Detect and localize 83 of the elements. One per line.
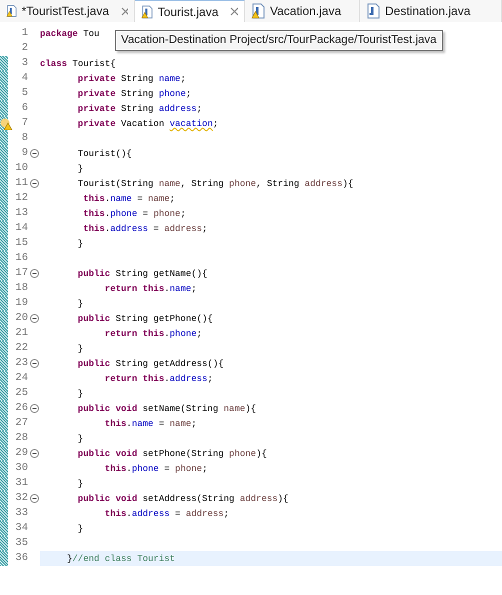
code-line: return this.phone; xyxy=(104,329,202,339)
line-number: 23 xyxy=(14,356,28,371)
code-line: this.phone = phone; xyxy=(104,464,208,474)
code-line: return this.name; xyxy=(104,284,197,294)
collapse-icon[interactable] xyxy=(30,269,38,278)
code-line: this.phone = phone; xyxy=(82,209,186,219)
collapse-icon[interactable] xyxy=(30,179,38,188)
line-number: 14 xyxy=(14,221,28,236)
collapse-icon[interactable] xyxy=(30,359,38,368)
line-number: 18 xyxy=(14,281,28,296)
line-number: 27 xyxy=(14,416,28,431)
code-line: public String getAddress(){ xyxy=(76,359,224,369)
line-number: 6 xyxy=(20,101,28,116)
code-line: } xyxy=(76,299,84,309)
line-number: 30 xyxy=(14,461,28,476)
line-number: 26 xyxy=(14,401,28,416)
close-icon[interactable] xyxy=(230,7,238,16)
editor-tab[interactable]: Destination.java xyxy=(360,0,502,22)
code-line: } xyxy=(76,344,84,354)
line-number: 22 xyxy=(14,341,28,356)
line-number: 19 xyxy=(14,296,28,311)
code-line: private Vacation vacation; xyxy=(76,119,218,129)
line-number: 11 xyxy=(14,176,28,191)
editor-tab[interactable]: *TouristTest.java xyxy=(0,0,135,22)
line-number: 24 xyxy=(14,371,28,386)
line-number: 12 xyxy=(14,191,28,206)
code-line: this.address = address; xyxy=(104,509,230,519)
collapse-icon[interactable] xyxy=(30,494,38,503)
code-line: Tourist(){ xyxy=(76,149,132,159)
line-number: 20 xyxy=(14,311,28,326)
line-number: 2 xyxy=(20,41,28,56)
tooltip: Vacation-Destination Project/src/TourPackage/TouristTest.java xyxy=(115,30,443,52)
line-number: 32 xyxy=(14,491,28,506)
code-line: } xyxy=(76,524,84,534)
editor-tab[interactable]: Vacation.java xyxy=(245,0,360,22)
collapse-icon[interactable] xyxy=(30,149,38,158)
code-line: } xyxy=(76,389,84,399)
line-number: 4 xyxy=(20,71,28,86)
code-line: this.address = address; xyxy=(82,224,208,234)
line-number: 28 xyxy=(14,431,28,446)
code-line: public void setName(String name){ xyxy=(76,404,256,414)
collapse-icon[interactable] xyxy=(30,404,38,413)
close-icon[interactable] xyxy=(121,6,128,16)
line-number: 1 xyxy=(20,26,28,41)
code-line: private String address; xyxy=(76,104,202,114)
code-line: }//end class Tourist xyxy=(66,554,176,564)
code-line: Tourist(String name, String phone, String address){ xyxy=(76,179,354,189)
line-number: 21 xyxy=(14,326,28,341)
line-number: 25 xyxy=(14,386,28,401)
code-line: } xyxy=(76,164,84,174)
code-line: public String getPhone(){ xyxy=(76,314,213,324)
line-number: 29 xyxy=(14,446,28,461)
line-number: 36 xyxy=(14,551,28,566)
code-line: class Tourist{ xyxy=(40,59,116,69)
code-line: private String name; xyxy=(76,74,186,84)
code-line: private String phone; xyxy=(76,89,192,99)
code-line: public String getName(){ xyxy=(76,269,208,279)
line-number: 31 xyxy=(14,476,28,491)
code-line: } xyxy=(76,239,84,249)
line-number: 5 xyxy=(20,86,28,101)
code-line: this.name = name; xyxy=(82,194,176,204)
code-line: return this.address; xyxy=(104,374,213,384)
line-number: 10 xyxy=(14,161,28,176)
code-line: } xyxy=(76,479,84,489)
line-number: 3 xyxy=(20,56,28,71)
line-number: 13 xyxy=(14,206,28,221)
line-number: 7 xyxy=(20,116,28,131)
editor-tab[interactable]: Tourist.java xyxy=(135,0,245,22)
code-line: this.name = name; xyxy=(104,419,197,429)
line-number: 16 xyxy=(14,251,28,266)
code-line: public void setPhone(String phone){ xyxy=(76,449,267,459)
line-number: 9 xyxy=(20,146,28,161)
line-number: 15 xyxy=(14,236,28,251)
collapse-icon[interactable] xyxy=(30,449,38,458)
line-number: 17 xyxy=(14,266,28,281)
code-line: } xyxy=(76,434,84,444)
code-line: public void setAddress(String address){ xyxy=(76,494,288,504)
collapse-icon[interactable] xyxy=(30,314,38,323)
line-number: 33 xyxy=(14,506,28,521)
line-number: 34 xyxy=(14,521,28,536)
line-number: 35 xyxy=(14,536,28,551)
code-line: package Tou xyxy=(40,29,100,39)
line-number: 8 xyxy=(20,131,28,146)
